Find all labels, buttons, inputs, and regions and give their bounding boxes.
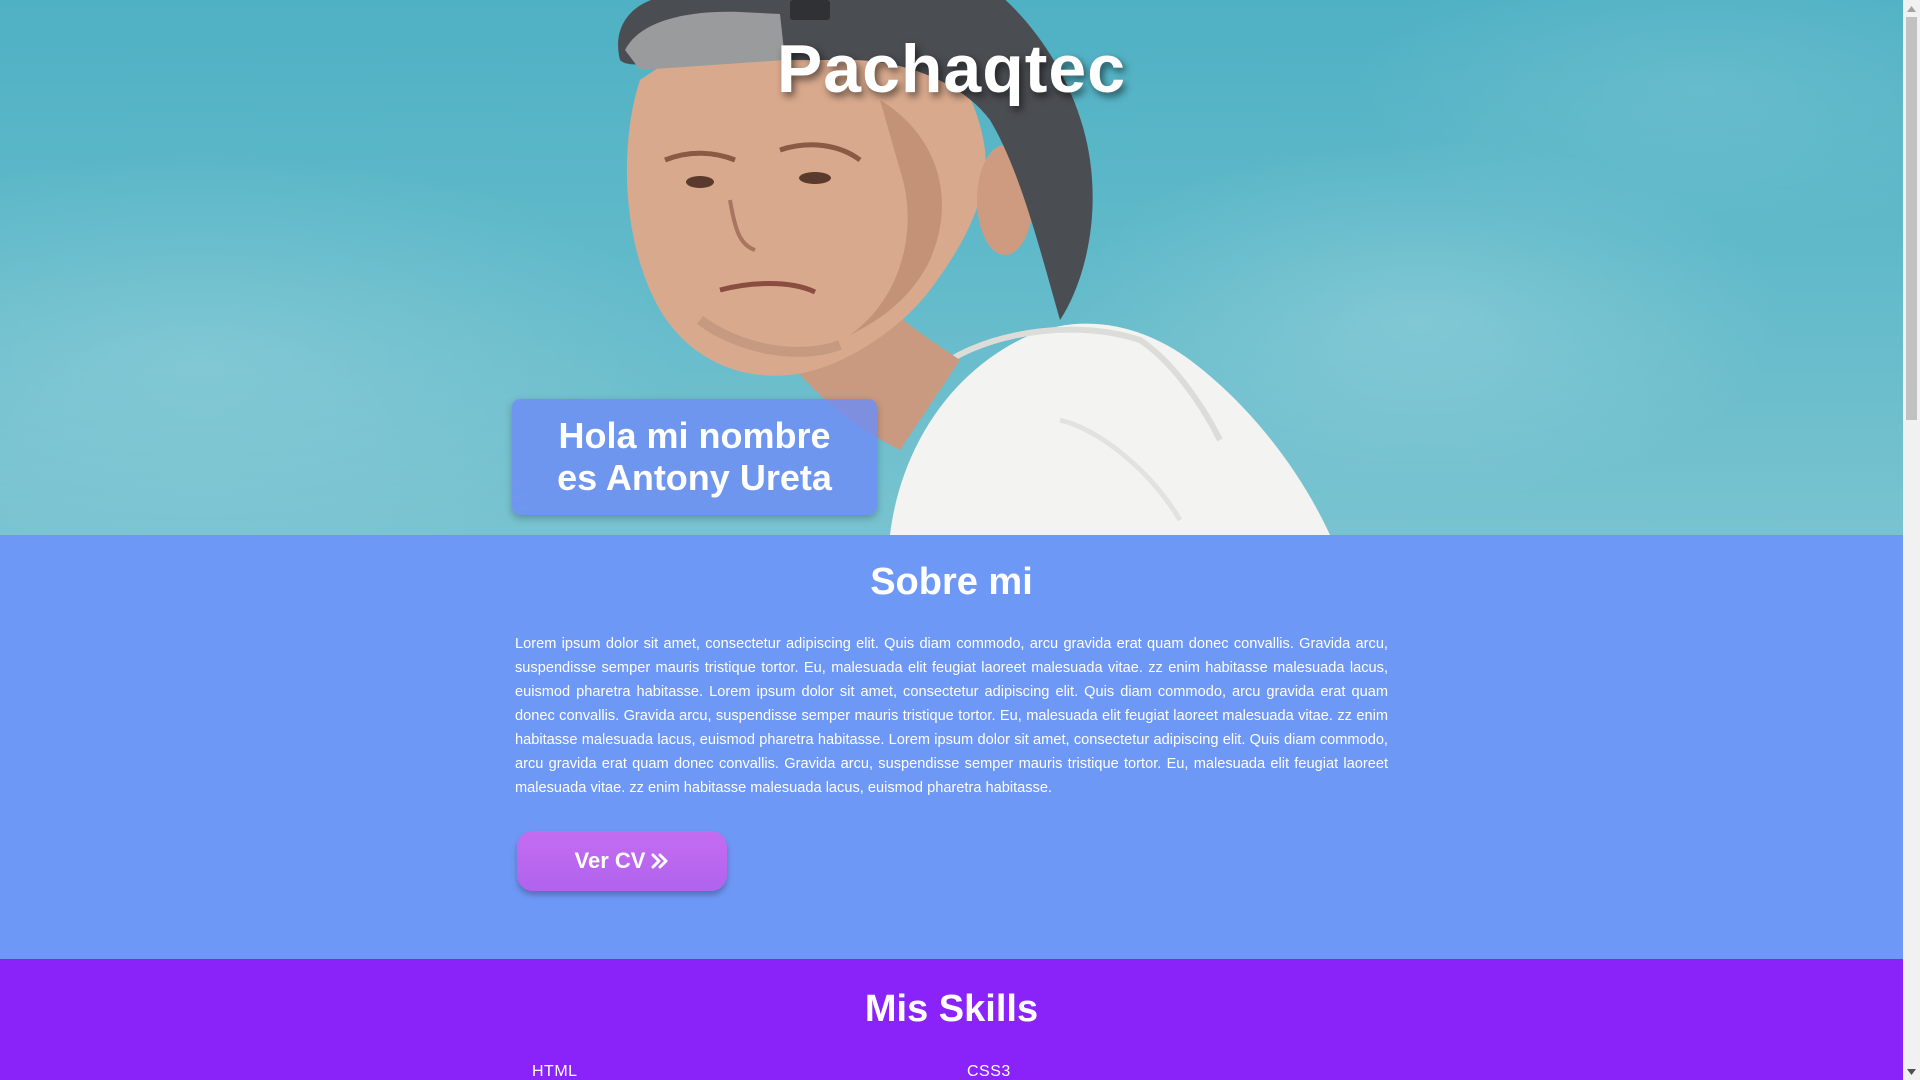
intro-line-1: Hola mi nombre: [558, 415, 831, 456]
double-chevron-right-icon: [651, 853, 668, 869]
skills-section: Mis Skills HTML CSS3: [0, 959, 1903, 1080]
about-title: Sobre mi: [870, 561, 1033, 603]
scroll-down-arrow-icon[interactable]: [1903, 1063, 1920, 1080]
vertical-scrollbar[interactable]: [1903, 0, 1920, 1080]
hero-section: Pachaqtec Hola mi nombre es Antony Ureta: [0, 0, 1903, 535]
intro-card: Hola mi nombre es Antony Ureta: [512, 399, 877, 515]
skill-label-html: HTML: [532, 1063, 578, 1080]
page-viewport: Pachaqtec Hola mi nombre es Antony Ureta…: [0, 0, 1903, 1080]
about-paragraph: Lorem ipsum dolor sit amet, consectetur …: [515, 636, 1388, 796]
skill-label-css3: CSS3: [967, 1063, 1011, 1080]
about-section: Sobre mi Lorem ipsum dolor sit amet, con…: [0, 535, 1903, 959]
scroll-up-arrow-icon[interactable]: [1903, 0, 1920, 17]
view-cv-button[interactable]: Ver CV: [517, 831, 727, 891]
view-cv-label: Ver CV: [574, 848, 646, 873]
skills-title: Mis Skills: [864, 988, 1039, 1030]
site-title: Pachaqtec: [776, 31, 1127, 107]
intro-line-2: es Antony Ureta: [557, 457, 832, 498]
scrollbar-thumb[interactable]: [1906, 17, 1917, 420]
